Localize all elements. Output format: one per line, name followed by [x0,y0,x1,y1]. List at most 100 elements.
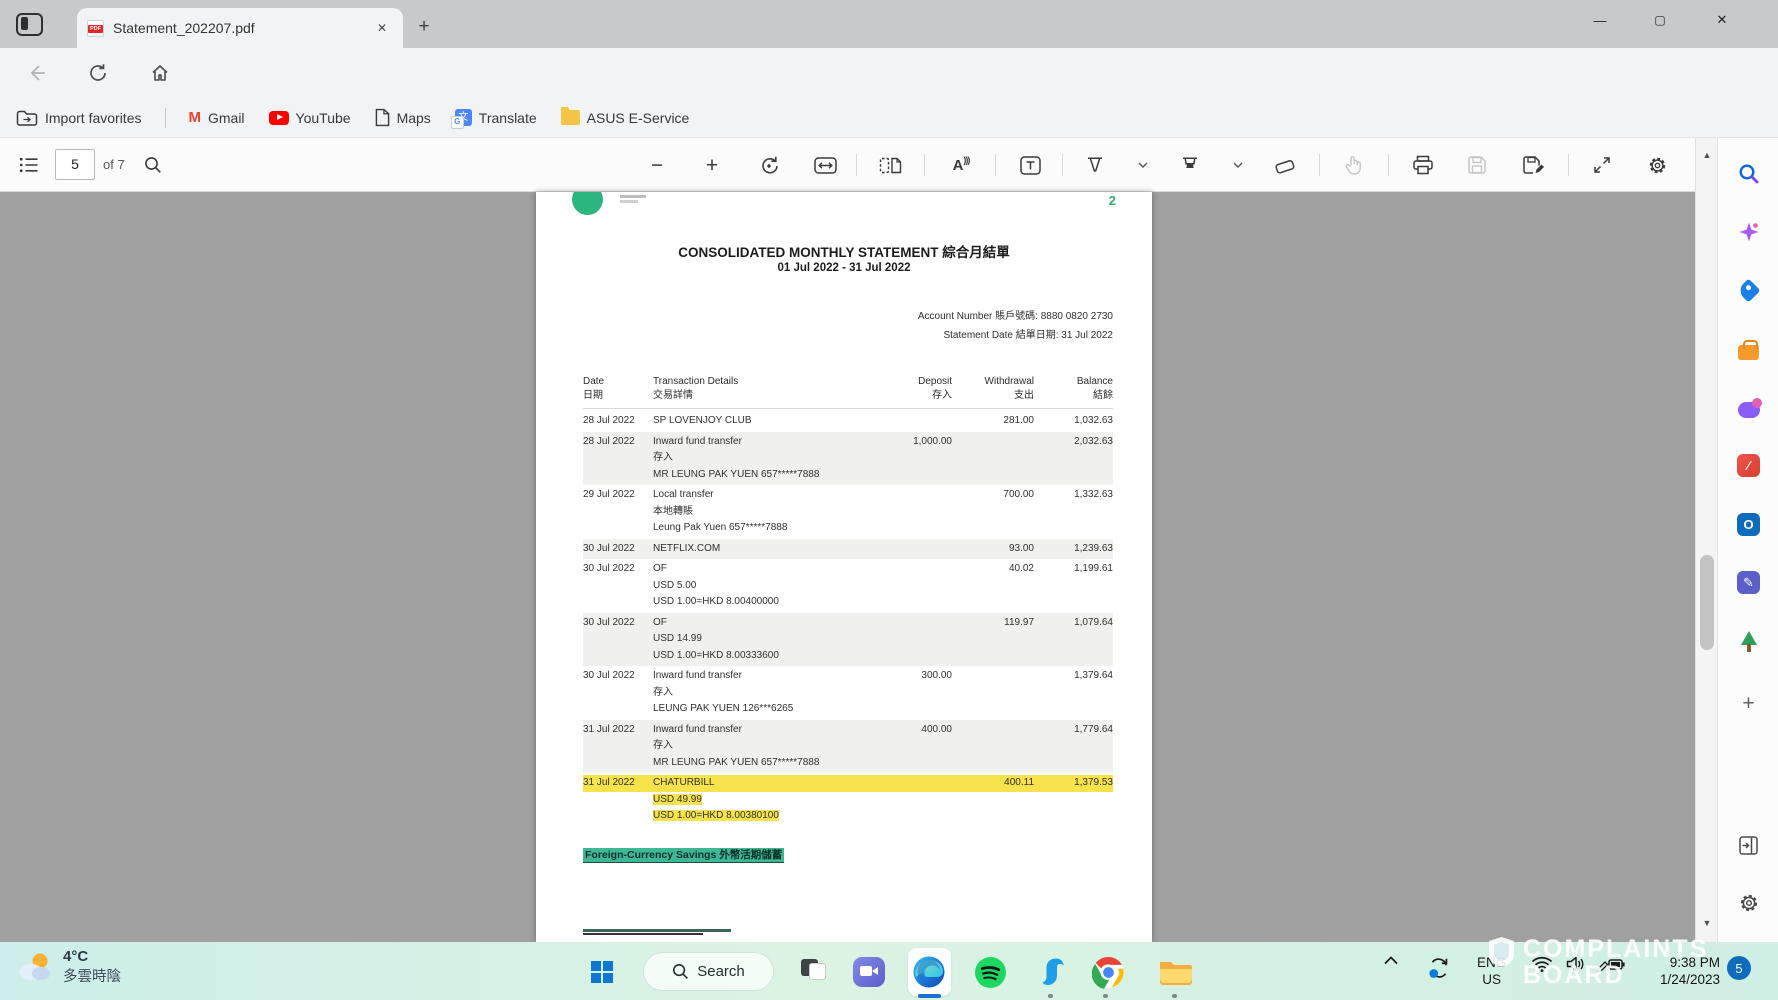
shopping-icon[interactable] [1735,277,1762,304]
surfshark-button[interactable] [1033,953,1071,991]
rotate-icon[interactable] [752,148,786,182]
new-tab-button[interactable]: + [410,14,438,42]
tray-sync-icon[interactable] [1424,956,1454,980]
pdf-viewport[interactable]: 2 CONSOLIDATED MONTHLY STATEMENT 綜合月結單 0… [0,192,1695,942]
favorite-youtube[interactable]: YouTube [269,110,351,126]
statement-period: 01 Jul 2022 - 31 Jul 2022 [536,262,1152,274]
close-button[interactable]: ✕ [1699,0,1745,40]
save-icon [1460,148,1494,182]
full-screen-icon[interactable] [1585,148,1619,182]
favorite-asus-eservice[interactable]: ASUS E-Service [561,110,690,126]
read-aloud-icon[interactable]: A))) [944,148,978,182]
scrollbar-thumb[interactable] [1700,555,1714,650]
read-mode-hand-icon [1336,148,1370,182]
pdf-search-icon[interactable] [136,148,170,182]
files-running-dot [1172,994,1177,998]
open-panel-icon[interactable] [1735,832,1762,859]
start-button[interactable] [583,953,621,991]
tray-clock[interactable]: 9:38 PM 1/24/2023 [1630,954,1720,988]
edge-browser-button[interactable] [910,953,948,991]
table-row: 30 Jul 2022OF40.021,199.61USD 5.00USD 1.… [583,559,1113,613]
back-icon[interactable] [25,61,49,85]
import-favorites-icon [16,109,38,127]
edge-running-bar [918,994,941,998]
tools-icon[interactable] [1735,336,1762,363]
bing-search-icon[interactable] [1735,160,1762,187]
battery-pen-icon[interactable] [1594,956,1628,972]
add-text-icon[interactable] [1013,148,1047,182]
task-view-button[interactable] [793,953,831,991]
draw-pen-icon[interactable] [1078,148,1112,182]
discover-icon[interactable] [1735,218,1762,245]
zoom-in-icon[interactable]: + [695,148,729,182]
outlook-icon[interactable]: O [1735,511,1762,538]
table-header: Date日期 Transaction Details交易詳情 Deposit存入… [583,375,1113,409]
save-as-icon[interactable] [1516,148,1550,182]
favorite-gmail[interactable]: M Gmail [188,109,244,126]
browser-tab[interactable]: PDF Statement_202207.pdf ✕ [77,8,403,48]
navigation-bar: File | C:/Users/Ivan/Desktop/Statement_2… [0,48,1778,98]
tray-language-switcher[interactable]: ENGUS [1477,954,1506,988]
file-explorer-button[interactable] [1157,953,1195,991]
fit-to-width-icon[interactable] [808,148,842,182]
teams-chat-button[interactable] [850,953,888,991]
tray-chevron-icon[interactable] [1376,956,1406,965]
statement-title: CONSOLIDATED MONTHLY STATEMENT 綜合月結單 [536,241,1152,261]
refresh-icon[interactable] [86,61,110,85]
draw-options-chevron-icon[interactable] [1135,148,1151,182]
favorite-translate[interactable]: 文 Translate [455,109,537,126]
weather-icon [16,951,54,983]
tray-time: 9:38 PM [1630,954,1720,971]
table-of-contents-icon[interactable] [12,148,46,182]
wifi-icon[interactable] [1527,956,1557,972]
page-view-icon[interactable] [873,148,907,182]
page-number-input[interactable]: 5 [55,149,95,180]
office-icon[interactable]: ⁄ [1735,452,1762,479]
tab-title: Statement_202207.pdf [113,20,371,36]
table-row: 28 Jul 2022SP LOVENJOY CLUB281.001,032.6… [583,411,1113,432]
vertical-scrollbar[interactable]: ▲ ▼ [1695,138,1717,942]
taskbar-search[interactable]: Search [643,952,774,991]
zoom-out-icon[interactable]: − [640,148,674,182]
workspaces-icon[interactable] [16,13,43,36]
minimize-button[interactable]: — [1577,0,1623,40]
maximize-button[interactable]: ▢ [1637,0,1683,40]
table-row: 28 Jul 2022Inward fund transfer1,000.002… [583,432,1113,486]
add-sidebar-app-icon[interactable]: + [1735,690,1762,717]
tab-close-icon[interactable]: ✕ [371,17,393,39]
pdf-settings-gear-icon[interactable] [1640,148,1674,182]
scroll-down-icon[interactable]: ▼ [1696,918,1718,928]
bank-logo-text-fragment [620,195,646,198]
home-icon[interactable] [148,61,172,85]
favorite-import-favorites[interactable]: Import favorites [16,109,141,127]
highlight-options-chevron-icon[interactable] [1230,148,1246,182]
pdf-file-icon: PDF [87,20,104,37]
statement-date-line: Statement Date 結單日期: 31 Jul 2022 [943,326,1113,341]
designer-icon[interactable]: ✎ [1735,569,1762,596]
favorite-label: Import favorites [45,110,141,126]
taskbar-weather-widget[interactable]: 4°C 多雲時陰 [16,948,121,986]
chrome-running-dot [1103,994,1108,998]
spotify-button[interactable] [971,953,1009,991]
sidebar-settings-gear-icon[interactable] [1735,889,1762,916]
bank-logo-icon [572,192,603,215]
transactions-table: Date日期 Transaction Details交易詳情 Deposit存入… [583,375,1113,827]
section-footer: Foreign-Currency Savings 外幣活期儲蓄 [583,847,784,862]
pdf-page: 2 CONSOLIDATED MONTHLY STATEMENT 綜合月結單 0… [536,192,1152,942]
table-row: 30 Jul 2022NETFLIX.COM93.001,239.63 [583,539,1113,560]
table-row: 30 Jul 2022OF119.971,079.64USD 14.99USD … [583,613,1113,667]
tray-date: 1/24/2023 [1630,971,1720,988]
favorite-label: YouTube [296,110,351,126]
chrome-button[interactable] [1089,953,1127,991]
yellow-folder-icon [561,110,580,125]
favorite-maps[interactable]: Maps [375,108,431,127]
notification-badge[interactable]: 5 [1727,956,1751,980]
eraser-icon[interactable] [1268,148,1302,182]
grow-tree-icon[interactable] [1735,628,1762,655]
highlighter-icon[interactable] [1173,148,1207,182]
print-icon[interactable] [1406,148,1440,182]
speaker-icon[interactable] [1560,956,1590,972]
scroll-up-icon[interactable]: ▲ [1696,150,1718,160]
browser-titlebar: PDF Statement_202207.pdf ✕ + — ▢ ✕ [0,0,1778,48]
games-icon[interactable] [1735,394,1762,421]
